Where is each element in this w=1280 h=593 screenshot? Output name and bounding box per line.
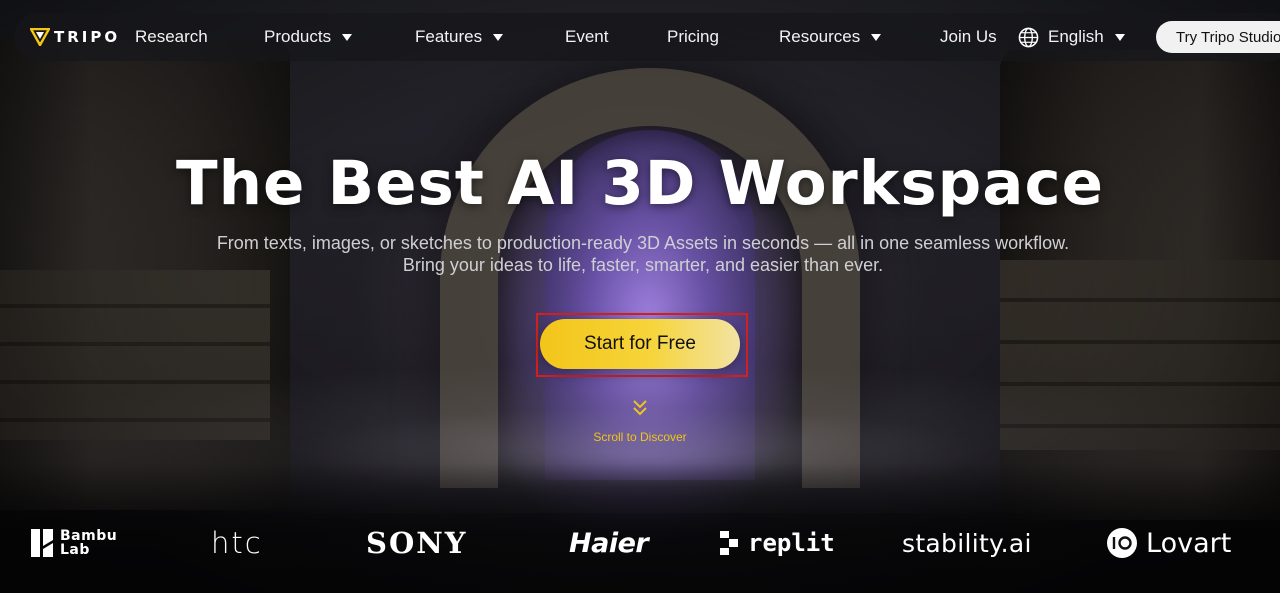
lovart-wordmark: Lovart xyxy=(1146,527,1232,559)
nav-features[interactable]: Features xyxy=(415,25,504,49)
nav-pricing[interactable]: Pricing xyxy=(667,25,719,49)
nav-event-label: Event xyxy=(565,27,609,46)
hero-background xyxy=(0,0,1280,593)
nav-products-label: Products xyxy=(264,27,332,46)
partner-logo-haier: Haier xyxy=(569,527,649,559)
caret-down-icon xyxy=(1114,33,1125,41)
bambu-line2: Lab xyxy=(60,542,90,558)
tripo-logo[interactable]: TRIPO xyxy=(30,24,120,50)
caret-down-icon xyxy=(871,33,882,41)
tripo-mark-icon xyxy=(30,28,50,46)
bambu-lab-mark-icon xyxy=(31,529,53,557)
replit-wordmark: replit xyxy=(748,529,835,557)
vignette xyxy=(0,0,1280,593)
partner-logo-replit: replit xyxy=(718,522,835,564)
nav-join-us[interactable]: Join Us xyxy=(940,25,997,49)
language-label: English xyxy=(1048,27,1104,46)
lovart-mark-icon xyxy=(1107,528,1137,558)
partner-logo-sony: SONY xyxy=(366,526,468,560)
hero-subtitle-line2: Bring your ideas to life, faster, smarte… xyxy=(402,255,884,275)
hero-subtitle-line1: From texts, images, or sketches to produ… xyxy=(216,233,1070,253)
start-for-free-button[interactable]: Start for Free xyxy=(540,319,740,369)
nav-resources-label: Resources xyxy=(779,27,861,46)
partner-logo-stability-ai: stability.ai xyxy=(902,528,1032,558)
partner-logo-lovart: Lovart xyxy=(1106,522,1231,564)
top-navigation: TRIPO Research Products Features Event P… xyxy=(14,13,1280,61)
globe-icon xyxy=(1018,27,1039,47)
bambu-line1: Bambu xyxy=(60,528,118,544)
caret-down-icon xyxy=(493,33,504,41)
double-chevron-down-icon[interactable] xyxy=(631,398,649,418)
replit-mark-icon xyxy=(720,531,738,555)
nav-products[interactable]: Products xyxy=(264,25,353,49)
scroll-to-discover-link[interactable]: Scroll to Discover xyxy=(0,430,1280,444)
language-selector[interactable]: English xyxy=(1018,25,1125,49)
nav-research[interactable]: Research xyxy=(135,25,208,49)
caret-down-icon xyxy=(342,33,353,41)
try-tripo-studio-button[interactable]: Try Tripo Studio xyxy=(1156,21,1280,53)
nav-resources[interactable]: Resources xyxy=(779,25,882,49)
nav-features-label: Features xyxy=(415,27,483,46)
nav-join-us-label: Join Us xyxy=(940,27,997,46)
nav-pricing-label: Pricing xyxy=(667,27,719,46)
logo-wordmark: TRIPO xyxy=(54,28,121,46)
partner-logo-htc: htc xyxy=(211,526,263,560)
nav-event[interactable]: Event xyxy=(565,25,608,49)
nav-research-label: Research xyxy=(135,27,208,46)
partner-logo-bambu-lab: Bambu Lab xyxy=(30,522,117,564)
hero-title: The Best AI 3D Workspace xyxy=(175,148,1104,219)
